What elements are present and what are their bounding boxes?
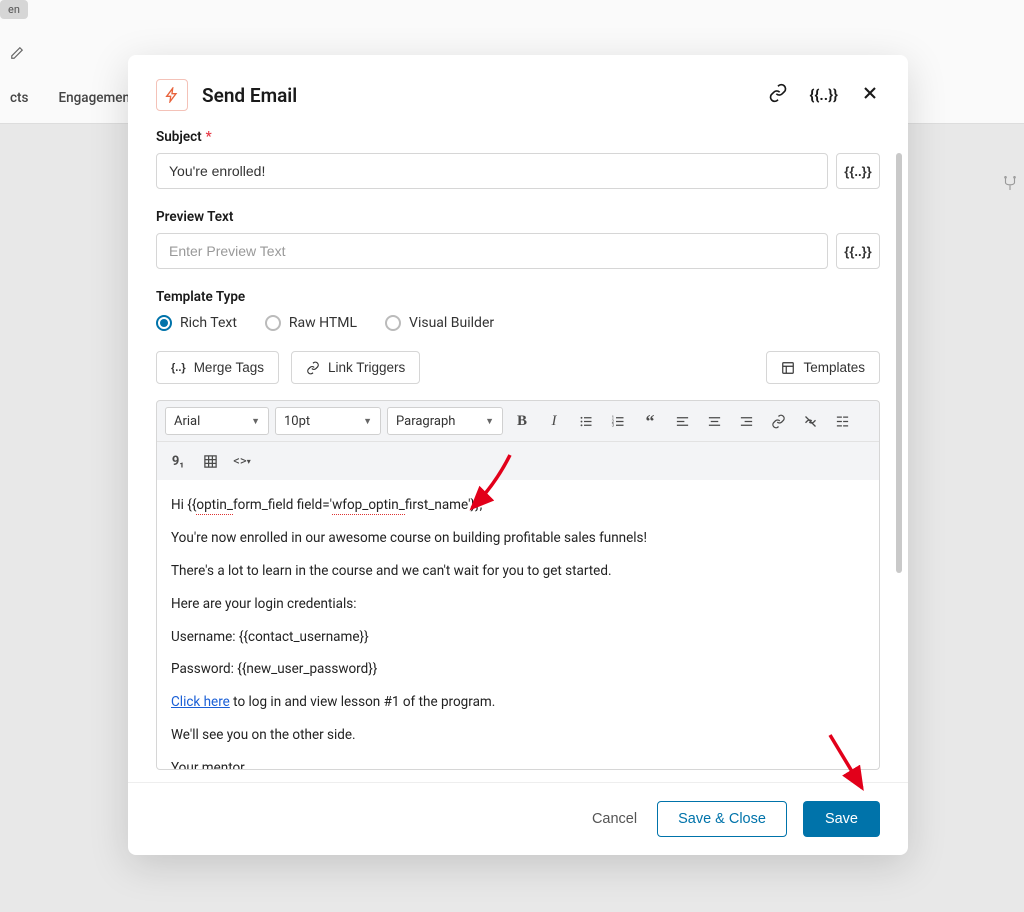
- emoji-button[interactable]: 9₁: [165, 448, 191, 474]
- save-close-button[interactable]: Save & Close: [657, 801, 787, 837]
- table-button[interactable]: [197, 448, 223, 474]
- preview-merge-button[interactable]: {{..}}: [836, 233, 880, 269]
- merge-tags-button[interactable]: {..}Merge Tags: [156, 351, 279, 384]
- scrollbar[interactable]: [896, 153, 902, 733]
- save-button[interactable]: Save: [803, 801, 880, 837]
- link-triggers-button[interactable]: Link Triggers: [291, 351, 420, 384]
- bullet-list-button[interactable]: [573, 408, 599, 434]
- radio-visual-builder[interactable]: Visual Builder: [385, 315, 494, 331]
- font-select[interactable]: Arial▼: [165, 407, 269, 435]
- insert-link-button[interactable]: [765, 408, 791, 434]
- italic-button[interactable]: I: [541, 408, 567, 434]
- send-email-modal: Send Email {{..}} Subject* {{..}} Previe…: [128, 55, 908, 855]
- bold-button[interactable]: B: [509, 408, 535, 434]
- code-button[interactable]: <>▾: [229, 448, 255, 474]
- pencil-icon: [10, 45, 24, 64]
- svg-text:3: 3: [611, 423, 614, 428]
- subject-label: Subject*: [156, 129, 880, 145]
- click-here-link[interactable]: Click here: [171, 694, 230, 710]
- preview-input[interactable]: [156, 233, 828, 269]
- bg-badge: en: [0, 0, 28, 19]
- align-center-button[interactable]: [701, 408, 727, 434]
- align-right-button[interactable]: [733, 408, 759, 434]
- template-type-label: Template Type: [156, 289, 880, 305]
- templates-button[interactable]: Templates: [766, 351, 880, 384]
- editor-body[interactable]: Hi {{optin_form_field field='wfop_optin_…: [156, 480, 880, 770]
- preview-label: Preview Text: [156, 209, 880, 225]
- modal-title: Send Email: [202, 84, 754, 107]
- subject-merge-button[interactable]: {{..}}: [836, 153, 880, 189]
- quote-button[interactable]: “: [637, 408, 663, 434]
- block-select[interactable]: Paragraph▼: [387, 407, 503, 435]
- radio-raw-html[interactable]: Raw HTML: [265, 315, 357, 331]
- cancel-button[interactable]: Cancel: [588, 803, 641, 835]
- subject-input[interactable]: [156, 153, 828, 189]
- bg-nav-item: cts: [10, 90, 29, 106]
- size-select[interactable]: 10pt▼: [275, 407, 381, 435]
- editor-toolbar: Arial▼ 10pt▼ Paragraph▼ B I 123 “ 9₁ <>▾: [156, 400, 880, 480]
- bg-nav-item: Engagemen: [59, 90, 130, 106]
- link-icon[interactable]: [768, 83, 788, 107]
- branch-icon: [1001, 175, 1019, 197]
- close-icon[interactable]: [860, 83, 880, 107]
- align-left-button[interactable]: [669, 408, 695, 434]
- bolt-icon: [156, 79, 188, 111]
- radio-rich-text[interactable]: Rich Text: [156, 315, 237, 331]
- unlink-button[interactable]: [797, 408, 823, 434]
- merge-tag-icon[interactable]: {{..}}: [810, 86, 838, 104]
- more-button[interactable]: [829, 408, 855, 434]
- number-list-button[interactable]: 123: [605, 408, 631, 434]
